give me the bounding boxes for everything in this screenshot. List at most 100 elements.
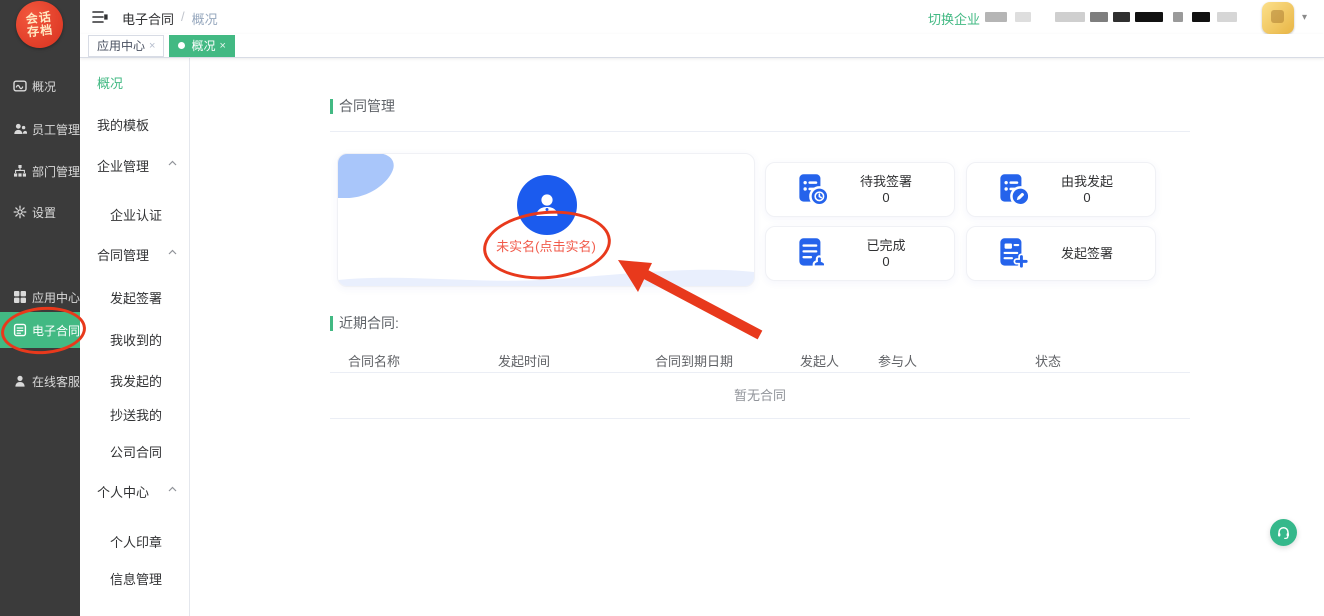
submenu-item-personal-seal[interactable]: 个人印章 (110, 532, 162, 551)
divider (330, 131, 1190, 132)
sidebar-item-customer-service[interactable]: 在线客服 (0, 364, 80, 398)
col-header-expiry-date: 合同到期日期 (655, 351, 733, 370)
doc-clock-icon (792, 170, 832, 210)
green-bar (330, 99, 333, 114)
redacted-text (1055, 12, 1085, 22)
stat-card-to-sign[interactable]: 待我签署 0 (765, 162, 955, 217)
sidebar-item-settings[interactable]: 设置 (0, 195, 80, 229)
realname-link[interactable]: 未实名(点击实名) (338, 236, 754, 255)
submenu-item-company-contracts[interactable]: 公司合同 (110, 442, 162, 461)
doc-stamp-icon (792, 234, 832, 274)
primary-sidebar: 会话 存档 概况 员工管理 (0, 0, 80, 616)
stat-value: 0 (832, 254, 940, 270)
close-icon[interactable]: × (149, 40, 155, 52)
submenu-item-company-cert[interactable]: 企业认证 (110, 205, 162, 224)
col-header-contract-name: 合同名称 (348, 351, 400, 370)
tab-label: 应用中心 (97, 37, 145, 54)
divider (330, 418, 1190, 419)
chevron-up-icon[interactable] (168, 160, 177, 166)
submenu-group-company[interactable]: 企业管理 (97, 156, 149, 175)
tab-bar: 应用中心 × 概况 × (80, 34, 1324, 58)
sidebar-item-label: 部门管理 (32, 163, 80, 180)
stat-label: 已完成 (832, 237, 940, 254)
redacted-text (1113, 12, 1130, 22)
section-title-text: 近期合同: (339, 313, 399, 333)
stat-card-start-sign[interactable]: 发起签署 (966, 226, 1156, 281)
redacted-text (1173, 12, 1183, 22)
stat-text: 待我签署 0 (832, 173, 940, 206)
sidebar-item-label: 应用中心 (32, 289, 80, 306)
chevron-down-icon[interactable]: ▾ (1302, 12, 1307, 23)
sidebar-item-overview[interactable]: 概况 (0, 69, 80, 103)
sidebar-item-e-contract[interactable]: 电子合同 (0, 312, 80, 348)
redacted-text (1090, 12, 1108, 22)
divider (330, 372, 1190, 373)
departments-icon (13, 164, 27, 178)
app-logo-line2: 存档 (27, 23, 54, 39)
submenu-group-personal[interactable]: 个人中心 (97, 482, 149, 501)
submenu-item-info-mgmt[interactable]: 信息管理 (110, 569, 162, 588)
stat-label: 由我发起 (1033, 173, 1141, 190)
section-title-recent: 近期合同: (330, 313, 399, 333)
user-avatar[interactable] (1262, 2, 1294, 34)
fold-menu-icon[interactable] (92, 10, 108, 24)
app-center-icon (13, 290, 27, 304)
settings-icon (13, 205, 27, 219)
breadcrumb-level2: 概况 (192, 9, 218, 28)
tab-label: 概况 (191, 37, 215, 54)
sidebar-item-label: 设置 (32, 204, 56, 221)
topbar: 电子合同 / 概况 切换企业 ▾ (80, 0, 1324, 34)
redacted-text (1135, 12, 1163, 22)
decor-wave (338, 260, 754, 286)
redacted-text (1015, 12, 1031, 22)
redacted-text (1217, 12, 1237, 22)
main-content: 合同管理 未实名(点击实名) (190, 58, 1324, 616)
stat-text: 发起签署 (1033, 245, 1141, 262)
chevron-up-icon[interactable] (168, 486, 177, 492)
person-icon (530, 188, 564, 222)
customer-service-icon (13, 374, 27, 388)
stat-label: 待我签署 (832, 173, 940, 190)
active-dot-icon (178, 42, 185, 49)
submenu-item-overview[interactable]: 概况 (97, 73, 123, 92)
employees-icon (13, 122, 27, 136)
submenu-item-received[interactable]: 我收到的 (110, 330, 162, 349)
sidebar-item-employees[interactable]: 员工管理 (0, 112, 80, 146)
stat-text: 由我发起 0 (1033, 173, 1141, 206)
doc-pen-icon (993, 170, 1033, 210)
breadcrumb: 电子合同 / 概况 (122, 9, 218, 28)
submenu-item-my-templates[interactable]: 我的模板 (97, 115, 149, 134)
chevron-up-icon[interactable] (168, 249, 177, 255)
app-logo: 会话 存档 (14, 0, 66, 50)
sidebar-item-app-center[interactable]: 应用中心 (0, 280, 80, 314)
realname-card[interactable]: 未实名(点击实名) (337, 153, 755, 287)
breadcrumb-separator: / (181, 9, 185, 28)
decor-blob (337, 153, 397, 199)
headset-icon (1276, 525, 1291, 540)
tab-overview[interactable]: 概况 × (169, 35, 234, 57)
section-title-contracts: 合同管理 (330, 96, 395, 116)
breadcrumb-level1[interactable]: 电子合同 (122, 9, 174, 28)
customer-service-fab[interactable] (1270, 519, 1297, 546)
redacted-text (985, 12, 1007, 22)
green-bar (330, 316, 333, 331)
col-header-start-time: 发起时间 (498, 351, 550, 370)
e-contract-icon (13, 323, 27, 337)
col-header-participants: 参与人 (878, 351, 917, 370)
tab-app-center[interactable]: 应用中心 × (88, 35, 164, 57)
stat-label: 发起签署 (1033, 245, 1141, 262)
sidebar-item-departments[interactable]: 部门管理 (0, 154, 80, 188)
overview-icon (13, 79, 27, 93)
redacted-text (1192, 12, 1210, 22)
submenu-item-initiated[interactable]: 我发起的 (110, 371, 162, 390)
stat-value: 0 (1033, 190, 1141, 206)
submenu-sidebar: 概况 我的模板 企业管理 企业认证 合同管理 发起签署 我收到的 我发起的 抄送… (80, 58, 190, 616)
submenu-item-start-sign[interactable]: 发起签署 (110, 288, 162, 307)
switch-company-link[interactable]: 切换企业 (928, 9, 980, 28)
submenu-item-cc-me[interactable]: 抄送我的 (110, 405, 162, 424)
stat-card-initiated[interactable]: 由我发起 0 (966, 162, 1156, 217)
user-avatar-large[interactable] (517, 175, 577, 235)
close-icon[interactable]: × (219, 40, 225, 52)
stat-card-completed[interactable]: 已完成 0 (765, 226, 955, 281)
submenu-group-contract[interactable]: 合同管理 (97, 245, 149, 264)
